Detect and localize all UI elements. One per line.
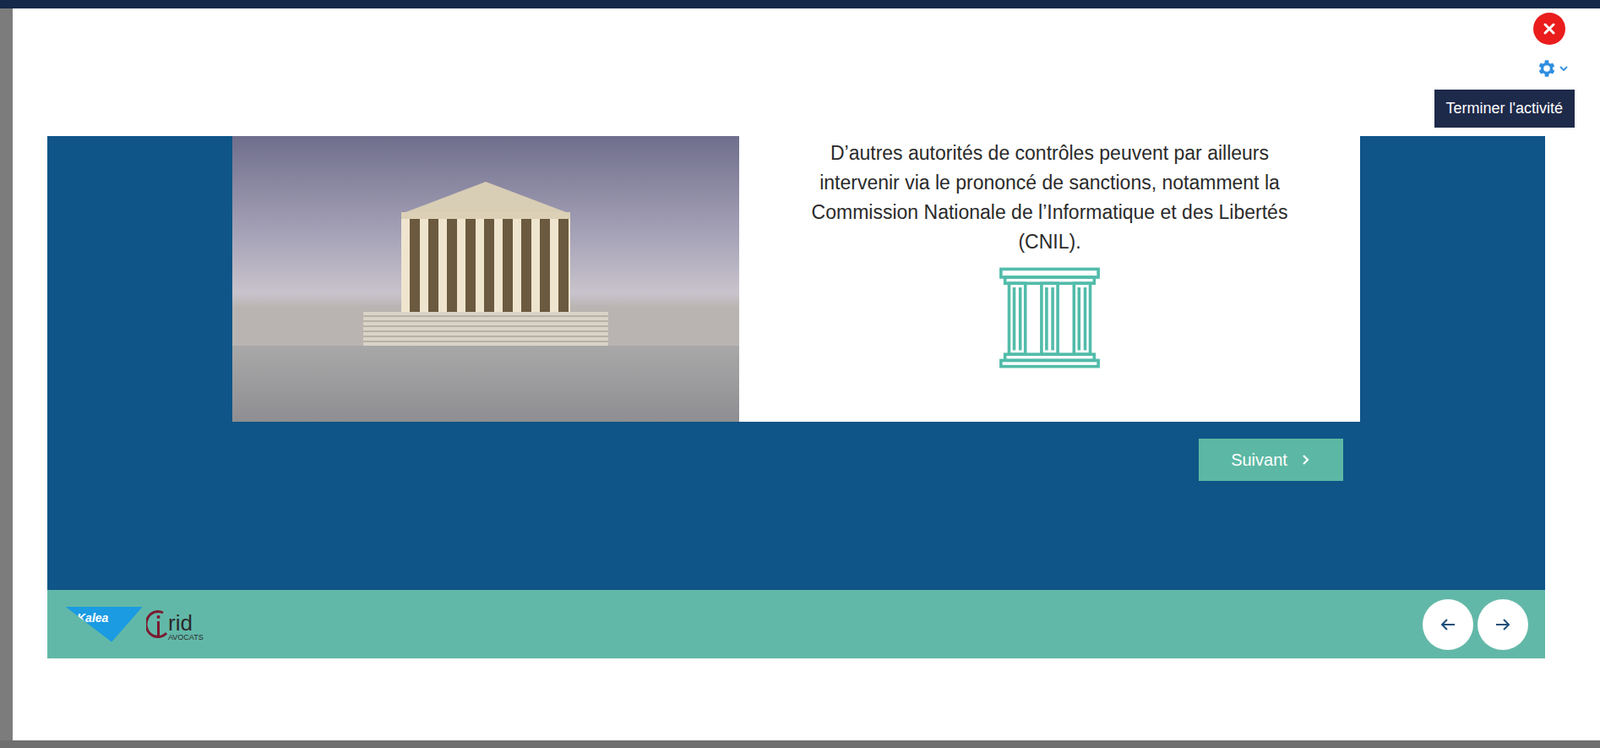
tooltip: Terminer l'activité [1434, 89, 1575, 128]
building [359, 181, 613, 346]
text-panel: D’autres autorités de contrôles peuvent … [739, 136, 1361, 422]
orid-logo: ridAVOCATS [146, 607, 204, 642]
nav-buttons [1422, 598, 1529, 650]
forward-button[interactable] [1477, 598, 1529, 650]
close-icon [1540, 19, 1559, 39]
arrow-left-icon [1438, 614, 1458, 634]
slide-area: D’autres autorités de contrôles peuvent … [47, 136, 1546, 590]
orid-mark-icon [146, 607, 172, 642]
backdrop-bottom [0, 740, 1600, 748]
activity-modal: Terminer l'activité D’autres autorités de… [12, 8, 1600, 741]
slide-card: D’autres autorités de contrôles peuvent … [232, 136, 1361, 422]
page: Terminer l'activité D’autres autorités de… [0, 0, 1600, 748]
pillars-icon [998, 266, 1101, 369]
arrow-right-icon [1493, 614, 1513, 634]
footer-bar: KalearidAVOCATS [47, 589, 1546, 659]
logos: KalearidAVOCATS [65, 606, 204, 643]
gear-icon [1535, 57, 1558, 80]
next-button[interactable]: Suivant [1198, 438, 1344, 481]
chevron-down-icon [1559, 65, 1568, 72]
kalea-logo: Kalea [65, 606, 143, 643]
course-frame: D’autres autorités de contrôles peuvent … [47, 136, 1546, 659]
top-strip [0, 0, 1600, 9]
backdrop [0, 8, 13, 741]
previous-button[interactable] [1422, 598, 1474, 650]
close-button[interactable] [1533, 12, 1566, 45]
chevron-right-icon [1300, 453, 1312, 466]
slide-text: D’autres autorités de contrôles peuvent … [811, 138, 1289, 257]
modal-header: Terminer l'activité [12, 8, 1600, 137]
courthouse-photo [232, 136, 740, 422]
settings-menu[interactable] [1535, 57, 1568, 80]
